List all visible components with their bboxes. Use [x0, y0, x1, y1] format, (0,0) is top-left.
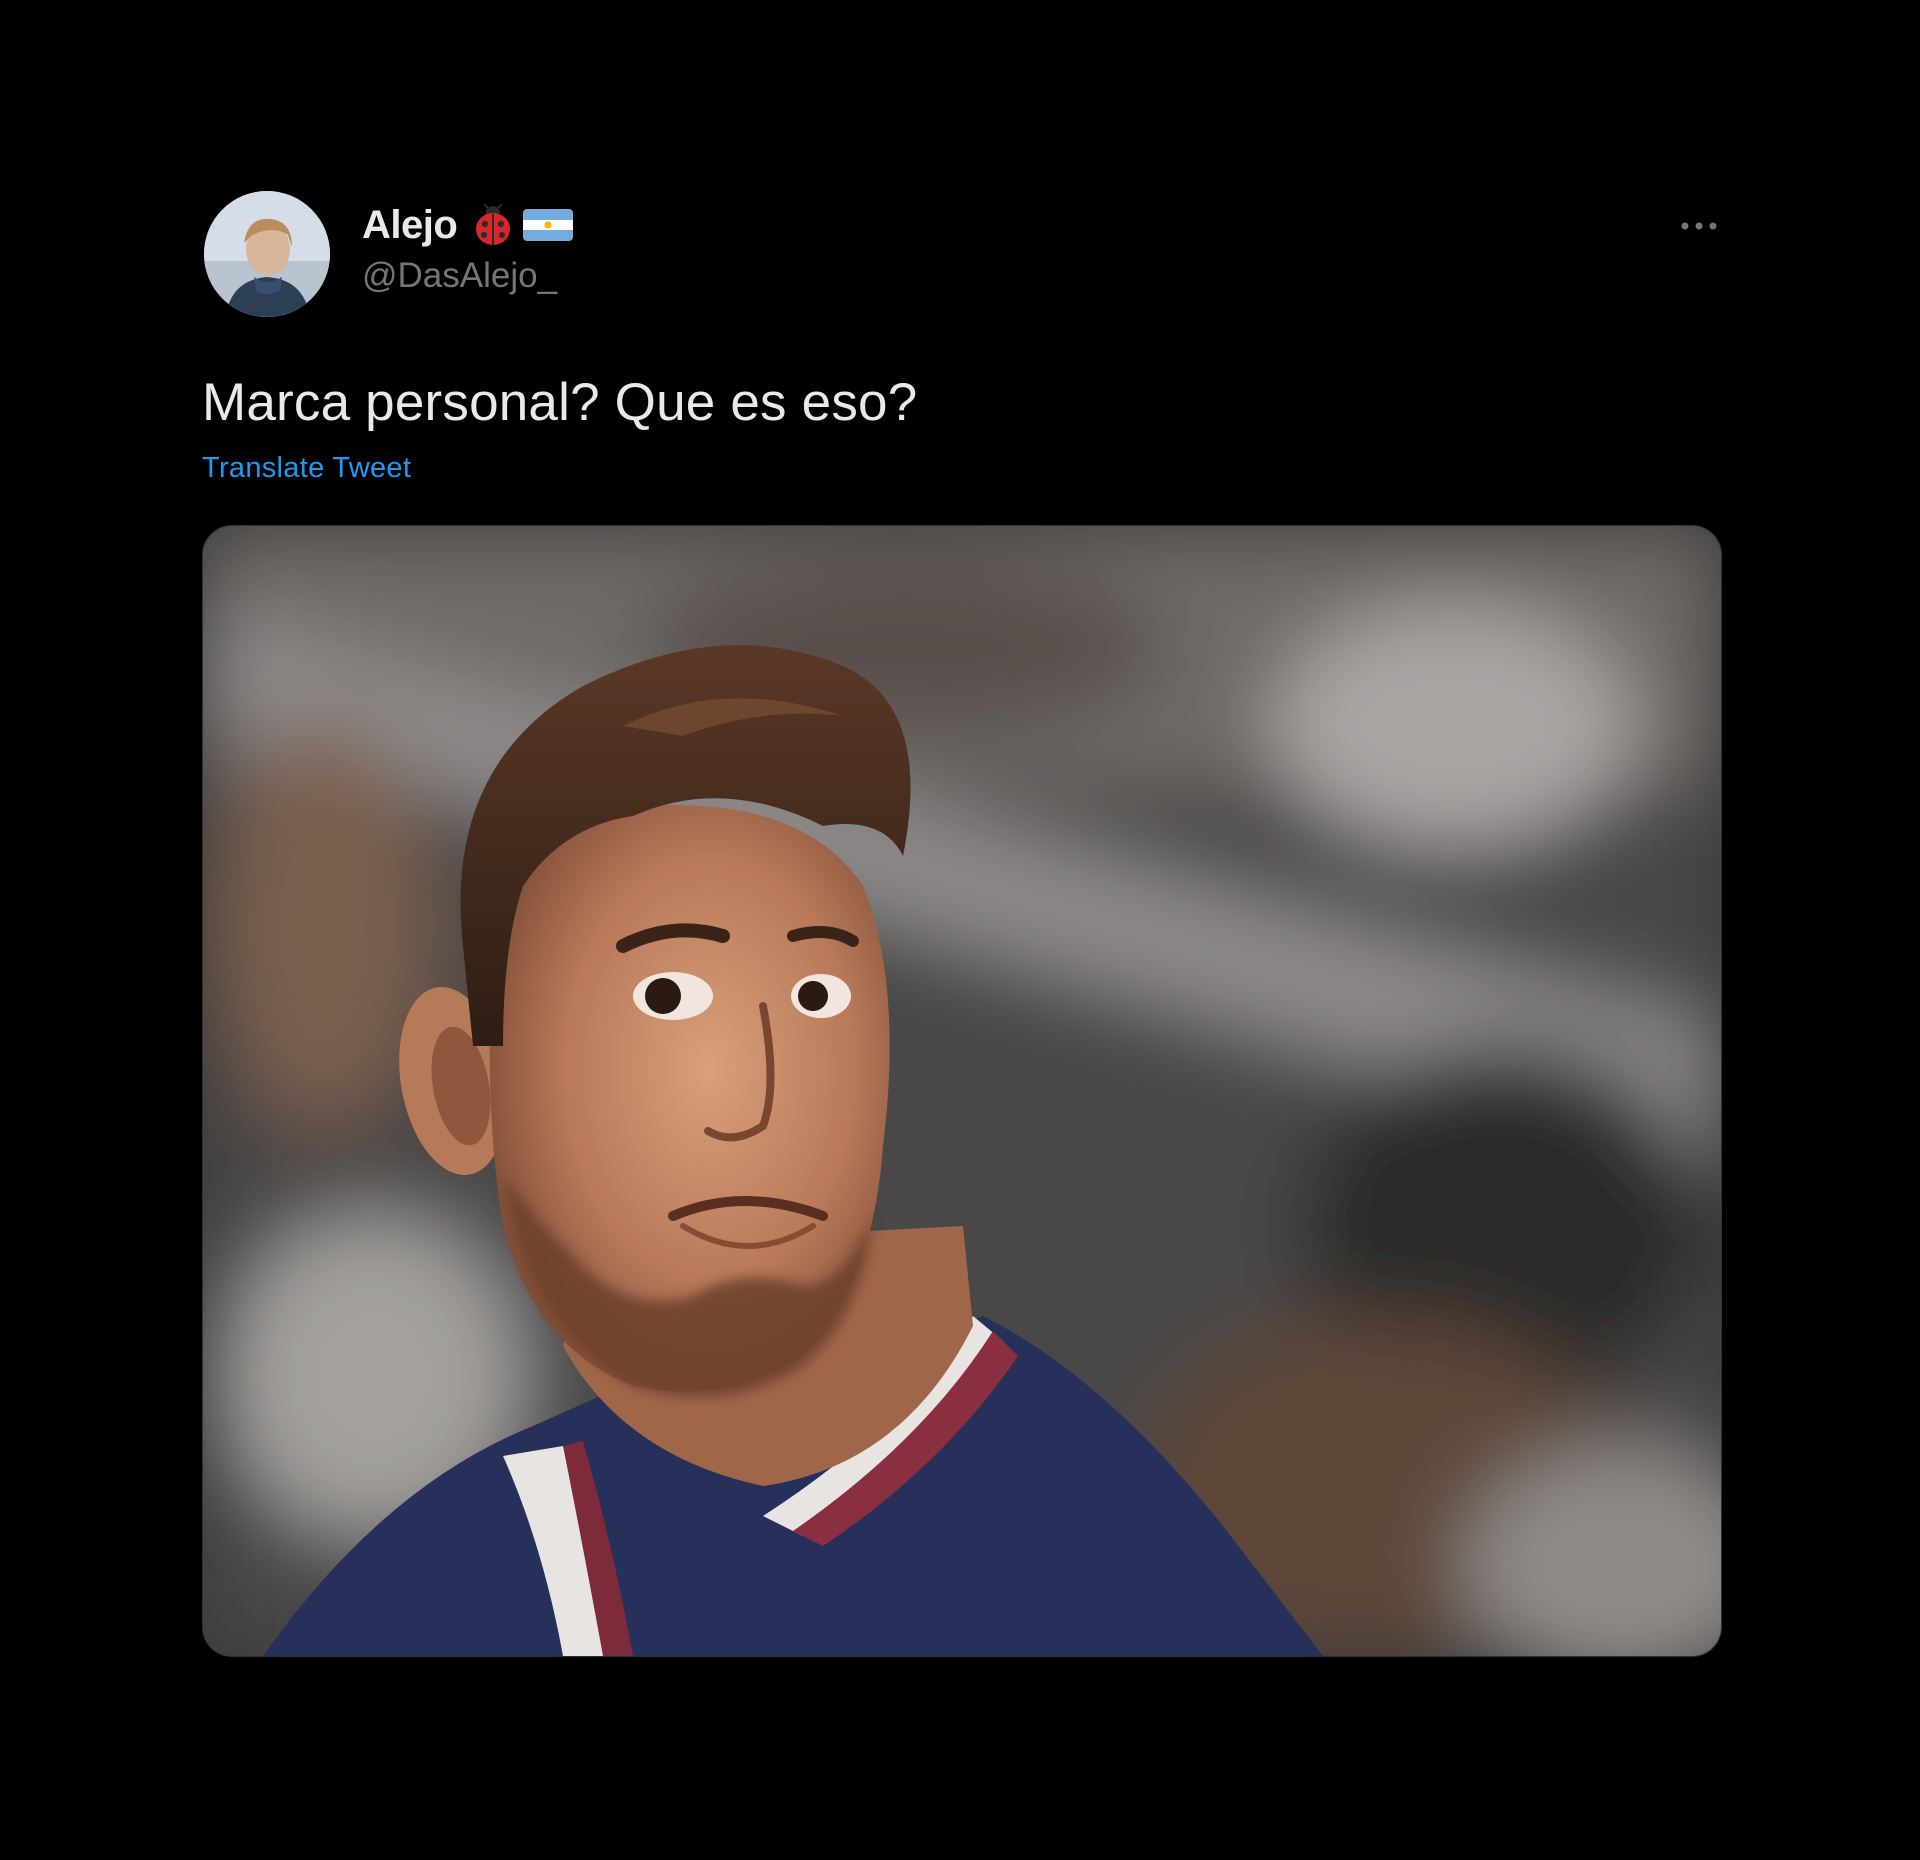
tweet: Alejo @DasAlejo_ Marca personal? Que es … — [0, 0, 1920, 1860]
argentina-flag-icon — [523, 209, 574, 241]
ladybug-emoji-icon — [473, 203, 513, 246]
author-name-row: Alejo — [362, 198, 574, 252]
author-display-name[interactable]: Alejo — [362, 203, 458, 248]
avatar-image — [204, 191, 330, 317]
more-options-icon — [1681, 222, 1717, 230]
media-photo-image — [203, 526, 1721, 1656]
author-handle[interactable]: @DasAlejo_ — [362, 256, 557, 296]
tweet-text: Marca personal? Que es eso? — [202, 373, 918, 432]
tweet-media-photo[interactable] — [202, 525, 1722, 1657]
more-options-button[interactable] — [1664, 206, 1734, 246]
translate-tweet-link[interactable]: Translate Tweet — [202, 452, 411, 485]
author-avatar[interactable] — [204, 191, 330, 317]
